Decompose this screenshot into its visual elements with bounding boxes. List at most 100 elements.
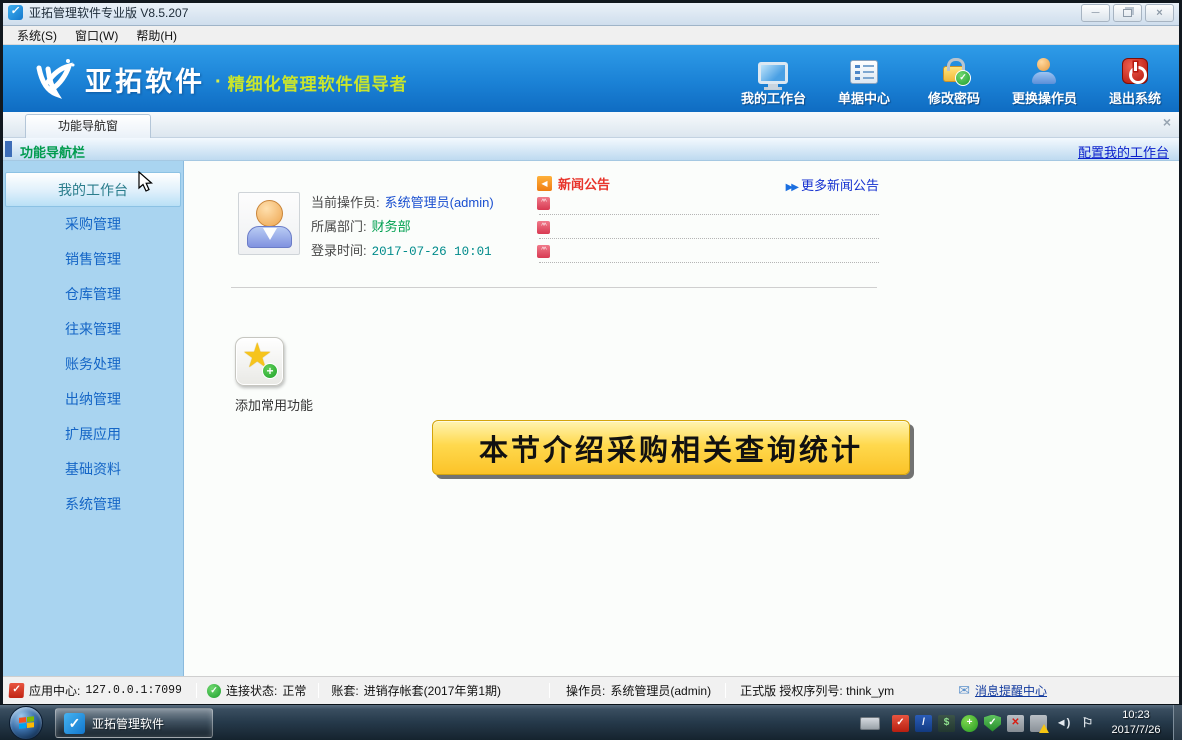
restore-icon — [1123, 9, 1132, 17]
power-icon — [1122, 58, 1148, 84]
app-logo-icon — [8, 5, 23, 20]
status-operator-label: 操作员: — [566, 682, 605, 699]
network-warning-icon[interactable] — [1030, 715, 1047, 732]
status-separator — [549, 683, 550, 698]
account-value: 进销存帐套(2017年第1期) — [364, 682, 501, 699]
operator-label: 当前操作员: — [311, 195, 380, 210]
menu-window[interactable]: 窗口(W) — [67, 26, 126, 45]
login-time-label: 登录时间: — [311, 243, 367, 258]
window-title: 亚拓管理软件专业版 V8.5.207 — [29, 4, 188, 21]
sidebar-item-purchase[interactable]: 采购管理 — [5, 207, 181, 242]
news-placeholder-line — [539, 238, 879, 239]
double-arrow-icon: ▶▶ — [786, 182, 797, 193]
tab-close-icon[interactable]: × — [1163, 115, 1171, 129]
action-document-center[interactable]: 单据中心 — [832, 54, 896, 107]
login-time-value: 2017-07-26 10:01 — [372, 245, 492, 259]
speaker-volume-icon[interactable]: ◄) — [1053, 715, 1073, 732]
add-shortcut-button[interactable]: ★ + — [235, 337, 284, 386]
sidebar-item-sales[interactable]: 销售管理 — [5, 242, 181, 277]
status-bar: ✓ 应用中心: 127.0.0.1:7099 ✓ 连接状态: 正常 账套: 进销… — [3, 676, 1179, 704]
sidebar-item-accounting[interactable]: 账务处理 — [5, 347, 181, 382]
taskbar-app-label: 亚拓管理软件 — [92, 715, 164, 732]
action-exit-system[interactable]: 退出系统 — [1103, 54, 1167, 107]
department-value: 财务部 — [372, 219, 411, 234]
action-my-workbench[interactable]: 我的工作台 — [741, 54, 806, 107]
sidebar-item-base-data[interactable]: 基础资料 — [5, 452, 181, 487]
taskbar-app-button[interactable]: ✓ 亚拓管理软件 — [55, 708, 213, 738]
menu-bar: 系统(S) 窗口(W) 帮助(H) — [3, 26, 1179, 45]
minimize-button[interactable]: ─ — [1081, 4, 1110, 22]
action-label: 更换操作员 — [1012, 88, 1077, 107]
news-item[interactable]: ^^ — [537, 193, 879, 216]
keyboard-icon[interactable] — [860, 717, 880, 730]
person-icon — [1031, 58, 1057, 84]
connection-value: 正常 — [282, 682, 306, 699]
sidebar-item-cashier[interactable]: 出纳管理 — [5, 382, 181, 417]
clock-time: 10:23 — [1103, 708, 1169, 723]
money-icon[interactable]: $ — [938, 715, 955, 732]
status-app-center: ✓ 应用中心: 127.0.0.1:7099 — [9, 682, 182, 699]
department-row: 所属部门:财务部 — [311, 215, 494, 239]
action-center-flag-icon[interactable]: ⚐ — [1079, 715, 1096, 732]
show-desktop-button[interactable] — [1173, 705, 1182, 740]
close-button[interactable]: × — [1145, 4, 1174, 22]
status-separator — [196, 683, 197, 698]
app-center-icon: ✓ — [9, 683, 25, 698]
status-separator — [725, 683, 726, 698]
action-label: 我的工作台 — [741, 88, 806, 107]
app-header: 亚拓软件 · 精细化管理软件倡导者 我的工作台 单据中心 修改密码 更换操作员 — [3, 45, 1179, 112]
content-area: 我的工作台 采购管理 销售管理 仓库管理 往来管理 账务处理 出纳管理 扩展应用… — [3, 161, 1179, 676]
section-divider — [231, 287, 877, 288]
menu-system[interactable]: 系统(S) — [9, 26, 65, 45]
sidebar-item-system[interactable]: 系统管理 — [5, 487, 181, 522]
usb-eject-icon[interactable]: ✕ — [1007, 715, 1024, 732]
yatuo-app-icon[interactable]: ✓ — [892, 715, 909, 732]
more-news-label: 更多新闻公告 — [801, 178, 879, 193]
tab-strip: 功能导航窗 × — [3, 112, 1179, 138]
news-panel: ◀ 新闻公告 ▶▶更多新闻公告 ^^ ^^ ^^ — [537, 174, 879, 264]
tool-icon[interactable]: / — [915, 715, 932, 732]
sidebar-item-contacts[interactable]: 往来管理 — [5, 312, 181, 347]
status-separator — [318, 683, 319, 698]
action-label: 退出系统 — [1109, 88, 1161, 107]
action-change-password[interactable]: 修改密码 — [922, 54, 986, 107]
operator-info: 当前操作员: 系统管理员(admin) 所属部门:财务部 登录时间: 2017-07… — [311, 191, 494, 263]
shield-icon[interactable]: ✓ — [984, 715, 1001, 732]
sidebar-item-warehouse[interactable]: 仓库管理 — [5, 277, 181, 312]
intro-banner: 本节介绍采购相关查询统计 — [432, 420, 910, 475]
avatar — [238, 192, 300, 255]
tab-function-navigation[interactable]: 功能导航窗 — [25, 114, 151, 138]
sidebar-item-my-workbench[interactable]: 我的工作台 — [5, 172, 181, 207]
add-shortcut: ★ + 添加常用功能 — [235, 337, 331, 414]
operator-value: 系统管理员(admin) — [385, 195, 494, 210]
taskbar-clock[interactable]: 10:23 2017/7/26 — [1103, 708, 1169, 738]
avatar-head-icon — [256, 200, 283, 227]
news-title: 新闻公告 — [558, 174, 610, 193]
screen: 亚拓管理软件专业版 V8.5.207 ─ × 系统(S) 窗口(W) 帮助(H)… — [0, 0, 1182, 740]
plus-icon: + — [262, 363, 278, 379]
connection-label: 连接状态: — [226, 682, 277, 699]
message-center-label: 消息提醒中心 — [975, 682, 1047, 699]
app-center-value: 127.0.0.1:7099 — [85, 684, 182, 697]
monitor-icon — [758, 62, 788, 84]
configure-workbench-link[interactable]: 配置我的工作台 — [1078, 142, 1169, 161]
more-news-link[interactable]: ▶▶ 更多新闻公告 — [786, 175, 879, 194]
brand-slogan: 精细化管理软件倡导者 — [228, 70, 408, 95]
accent-bar — [5, 141, 12, 157]
system-tray: ✓ / $ + ✓ ✕ ◄) ⚐ — [860, 705, 1096, 740]
news-item[interactable]: ^^ — [537, 241, 879, 264]
news-bullet-icon: ^^ — [537, 197, 550, 210]
safe360-icon[interactable]: + — [961, 715, 978, 732]
intro-banner-text: 本节介绍采购相关查询统计 — [479, 427, 863, 469]
start-button[interactable] — [9, 706, 43, 740]
sidebar-item-extended-apps[interactable]: 扩展应用 — [5, 417, 181, 452]
news-bullet-icon: ^^ — [537, 245, 550, 258]
workspace-panel: 当前操作员: 系统管理员(admin) 所属部门:财务部 登录时间: 2017-07… — [185, 161, 1179, 676]
login-time-row: 登录时间: 2017-07-26 10:01 — [311, 239, 494, 263]
message-center-link[interactable]: ✉ 消息提醒中心 — [958, 682, 1047, 699]
mouse-cursor — [138, 171, 154, 193]
news-item[interactable]: ^^ — [537, 217, 879, 240]
restore-button[interactable] — [1113, 4, 1142, 22]
menu-help[interactable]: 帮助(H) — [128, 26, 185, 45]
action-switch-operator[interactable]: 更换操作员 — [1012, 54, 1077, 107]
